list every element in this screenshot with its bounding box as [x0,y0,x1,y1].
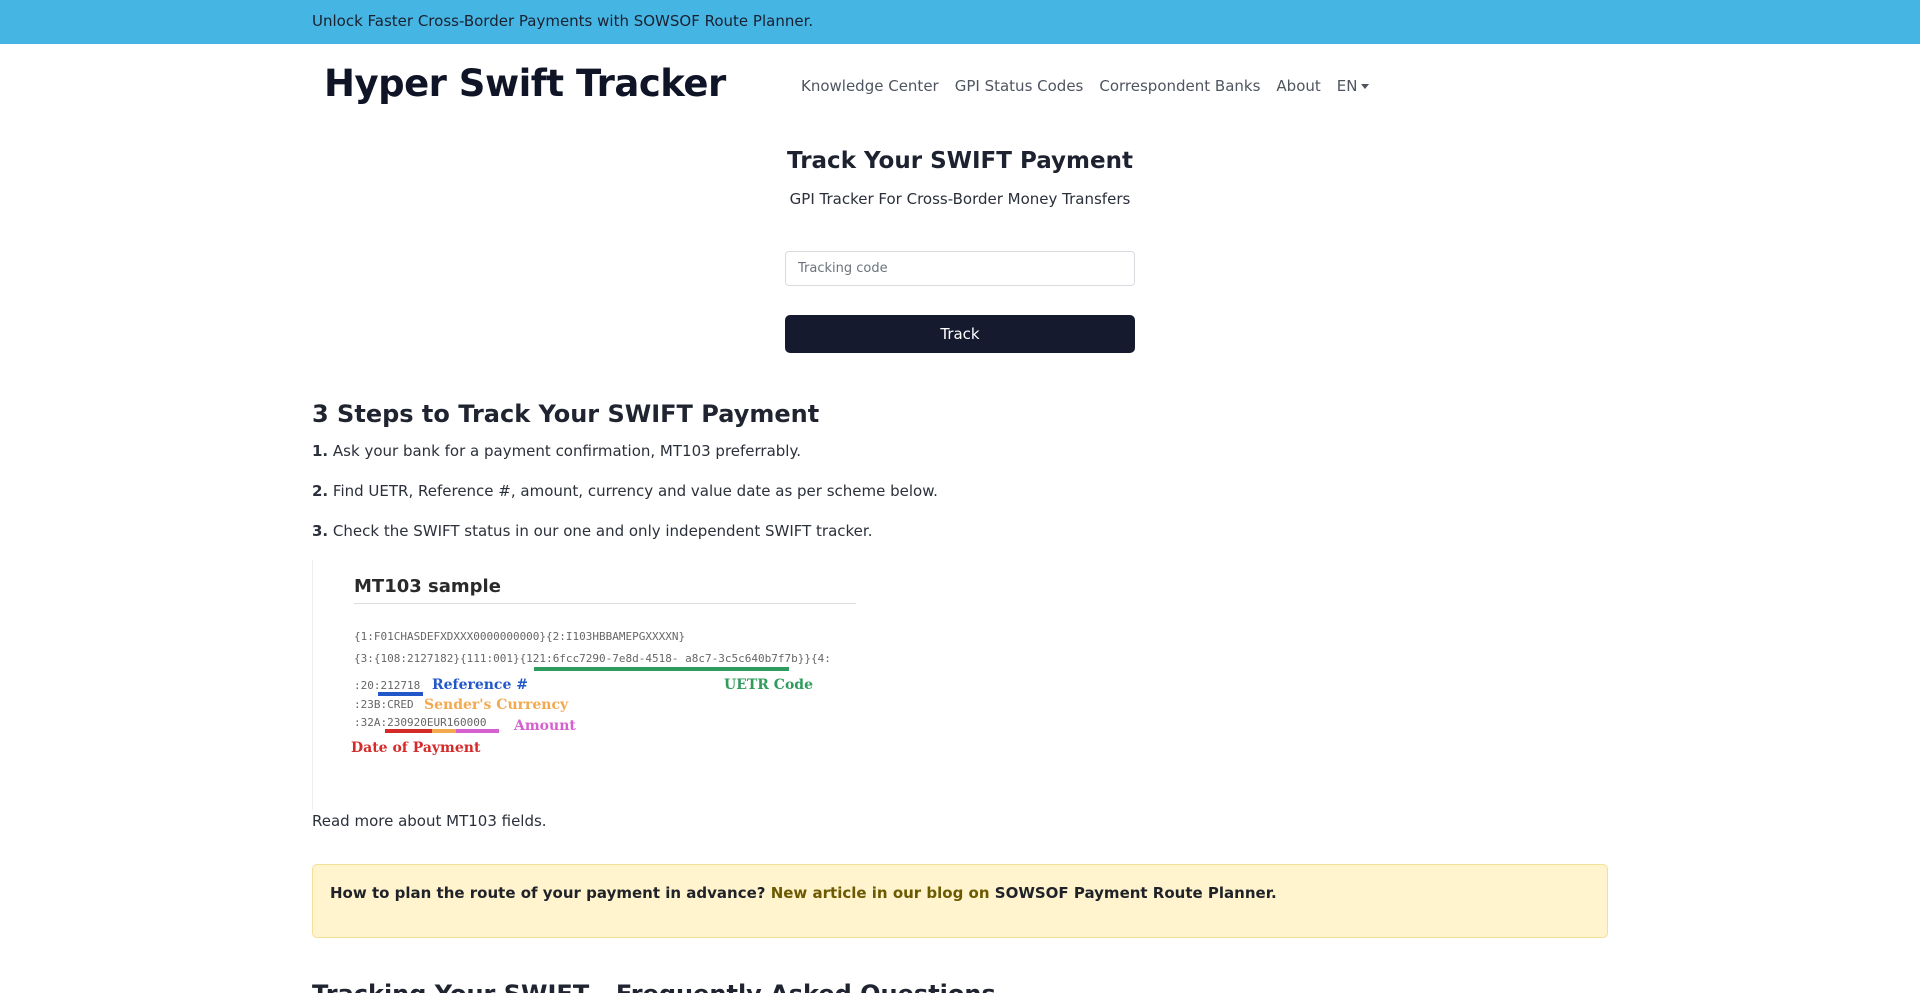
step-item: 2. Find UETR, Reference #, amount, curre… [312,482,938,500]
mt103-line-2: {3:{108:2127182}{111:001}{121:6fcc7290-7… [354,652,831,665]
language-label: EN [1336,77,1358,95]
main-nav: Knowledge Center GPI Status Codes Corres… [801,77,1370,95]
steps-heading: 3 Steps to Track Your SWIFT Payment [312,400,820,428]
faq-heading: Tracking Your SWIFT - Frequently Asked Q… [312,980,996,993]
amount-underline [456,729,499,733]
track-button[interactable]: Track [785,315,1135,353]
chevron-down-icon [1361,83,1370,89]
brand-logo[interactable]: Hyper Swift Tracker [324,62,726,105]
mt103-reference-value: 212718 [380,679,421,692]
currency-label: Sender's Currency [424,697,569,713]
alert-question: How to plan the route of your payment in… [330,884,766,902]
mt103-sample-image: MT103 sample {1:F01CHASDEFXDXXX000000000… [312,560,872,810]
mt103-line-3: :20:212718 [354,679,420,692]
mt103-line-2-prefix: {3:{108:2127182}{111:001}{121: [354,652,553,665]
page-subtitle: GPI Tracker For Cross-Border Money Trans… [789,190,1131,208]
nav-gpi-status-codes[interactable]: GPI Status Codes [955,77,1084,95]
mt103-line-2-suffix: }}{4: [797,652,831,665]
top-banner[interactable]: Unlock Faster Cross-Border Payments with… [0,0,1920,44]
mt103-line-3-prefix: :20: [354,679,381,692]
read-more-link[interactable]: Read more about MT103 fields. [312,812,547,830]
nav-about[interactable]: About [1276,77,1320,95]
mt103-line-1: {1:F01CHASDEFXDXXX0000000000}{2:I103HBBA… [354,630,686,643]
mt103-line-5: :32A:230920EUR160000 [354,716,487,729]
mt103-uetr-value: 6fcc7290-7e8d-4518- a8c7-3c5c640b7f7b [552,652,798,665]
language-dropdown[interactable]: EN [1337,77,1370,95]
tracking-code-input[interactable] [785,251,1135,286]
uetr-label: UETR Code [724,677,813,693]
reference-label: Reference # [432,677,528,693]
step-number: 1. [312,442,329,460]
route-planner-alert: How to plan the route of your payment in… [312,864,1608,938]
nav-correspondent-banks[interactable]: Correspondent Banks [1099,77,1260,95]
banner-text[interactable]: Unlock Faster Cross-Border Payments with… [312,12,813,30]
uetr-underline [534,667,789,671]
nav-knowledge-center[interactable]: Knowledge Center [801,77,939,95]
mt103-line-4: :23B:CRED [354,698,414,711]
alert-end: . [1270,884,1277,902]
step-number: 3. [312,522,329,540]
step-item: 3. Check the SWIFT status in our one and… [312,522,872,540]
step-text: Find UETR, Reference #, amount, currency… [332,482,938,500]
mt103-currency-value: EUR [426,716,447,729]
mt103-sample-title: MT103 sample [354,576,501,597]
amount-label: Amount [514,718,576,734]
mt103-line-5-prefix: :32A: [354,716,388,729]
route-planner-link[interactable]: SOWSOF Payment Route Planner [995,884,1271,902]
date-label: Date of Payment [351,740,481,756]
divider [354,603,856,604]
alert-text: How to plan the route of your payment in… [330,884,1277,902]
step-number: 2. [312,482,329,500]
date-underline [385,729,432,733]
mt103-date-value: 230920 [387,716,427,729]
currency-underline [432,729,456,733]
step-text: Ask your bank for a payment confirmation… [332,442,801,460]
blog-article-link[interactable]: New article in our blog on [771,884,990,902]
mt103-amount-value: 160000 [446,716,487,729]
page-title: Track Your SWIFT Payment [787,148,1133,174]
step-item: 1. Ask your bank for a payment confirmat… [312,442,801,460]
reference-underline [378,692,423,696]
step-text: Check the SWIFT status in our one and on… [332,522,873,540]
